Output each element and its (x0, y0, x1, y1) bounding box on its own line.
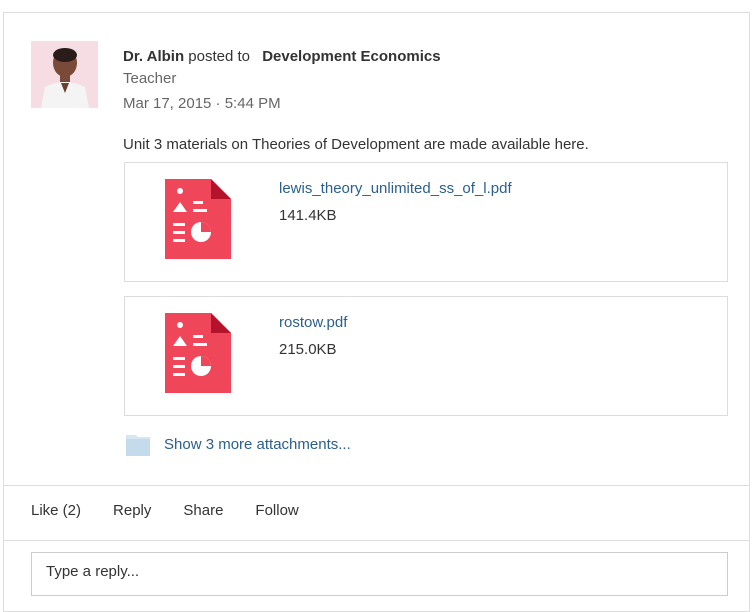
attachment-card[interactable]: lewis_theory_unlimited_ss_of_l.pdf 141.4… (124, 162, 728, 282)
share-button[interactable]: Share (183, 502, 223, 519)
reply-button[interactable]: Reply (113, 502, 151, 519)
group-link[interactable]: Development Economics (262, 48, 440, 65)
pdf-file-icon (165, 179, 231, 259)
show-more-attachments[interactable]: Show 3 more attachments... (126, 431, 351, 457)
attachment-size: 141.4KB (279, 207, 337, 224)
posted-to-text: posted to (188, 48, 251, 65)
author-role: Teacher (123, 70, 177, 87)
folder-icon (126, 435, 150, 456)
follow-button[interactable]: Follow (255, 502, 298, 519)
divider (4, 485, 749, 486)
author-name[interactable]: Dr. Albin (123, 48, 184, 65)
post-timestamp[interactable]: Mar 17, 2015 · 5:44 PM (123, 95, 281, 112)
show-more-link[interactable]: Show 3 more attachments... (164, 436, 351, 453)
attachment-size: 215.0KB (279, 341, 337, 358)
reply-input[interactable]: Type a reply... (31, 552, 728, 596)
attachment-name[interactable]: rostow.pdf (279, 314, 347, 331)
post-message: Unit 3 materials on Theories of Developm… (123, 136, 589, 153)
attachment-card[interactable]: rostow.pdf 215.0KB (124, 296, 728, 416)
divider (4, 540, 749, 541)
post-actions: Like (2) Reply Share Follow (31, 502, 331, 519)
post-card: Dr. Albin posted to Development Economic… (3, 12, 750, 612)
post-header: Dr. Albin posted to Development Economic… (123, 46, 441, 68)
avatar[interactable] (31, 41, 98, 108)
like-button[interactable]: Like (2) (31, 502, 81, 519)
attachment-name[interactable]: lewis_theory_unlimited_ss_of_l.pdf (279, 180, 512, 197)
pdf-file-icon (165, 313, 231, 393)
